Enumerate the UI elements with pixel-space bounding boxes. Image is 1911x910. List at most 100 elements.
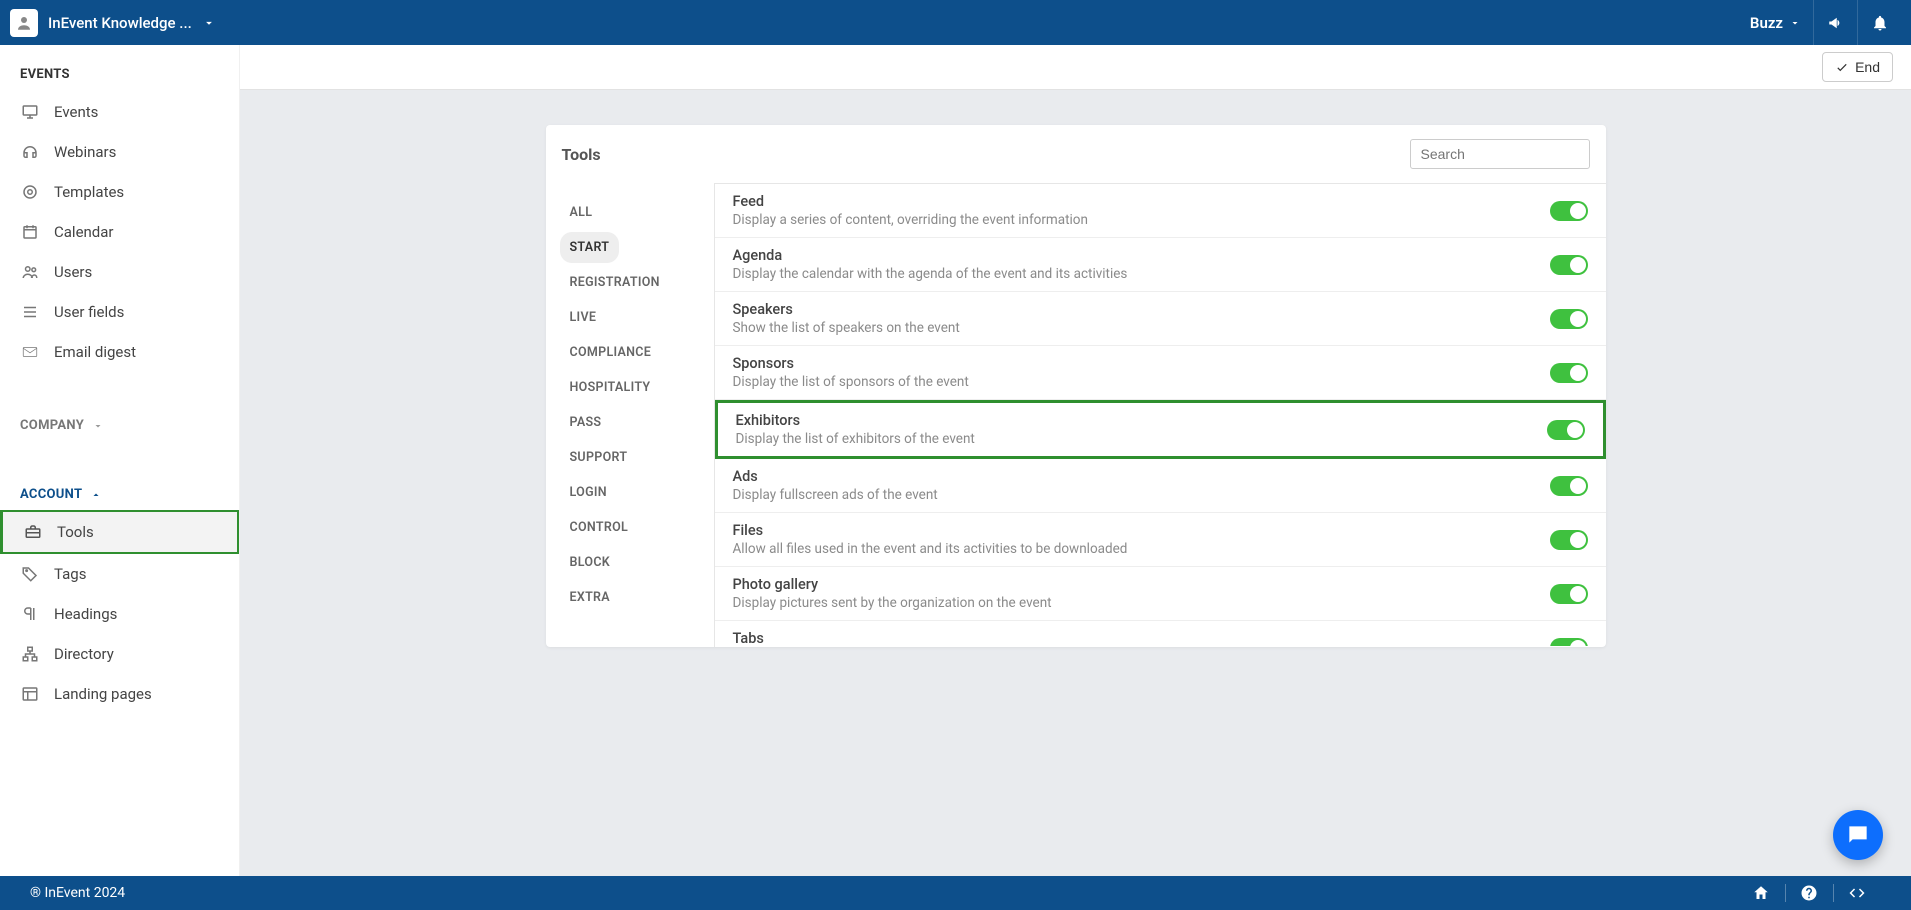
category-all[interactable]: ALL <box>560 197 603 228</box>
chevron-down-icon <box>202 16 216 30</box>
mail-icon <box>20 342 40 362</box>
tool-title: Photo gallery <box>733 576 1538 593</box>
app-title: InEvent Knowledge ... <box>48 14 192 32</box>
code-icon <box>1848 884 1866 902</box>
sidebar-item-directory[interactable]: Directory <box>0 634 239 674</box>
sidebar-item-label: Directory <box>54 645 114 663</box>
category-pass[interactable]: PASS <box>560 407 612 438</box>
category-control[interactable]: CONTROL <box>560 512 639 543</box>
category-login[interactable]: LOGIN <box>560 477 617 508</box>
sidebar-section-account[interactable]: ACCOUNT <box>0 471 239 510</box>
category-block[interactable]: BLOCK <box>560 547 621 578</box>
sidebar-item-templates[interactable]: Templates <box>0 172 239 212</box>
sidebar-section-events: EVENTS <box>0 45 239 92</box>
sidebar: EVENTS Events Webinars Templates Calenda… <box>0 45 240 876</box>
home-icon <box>1752 884 1770 902</box>
category-support[interactable]: SUPPORT <box>560 442 638 473</box>
sidebar-item-label: Calendar <box>54 223 114 241</box>
app-logo-icon <box>10 9 38 37</box>
sidebar-item-webinars[interactable]: Webinars <box>0 132 239 172</box>
tool-row-tabs: TabsDefine the order of the tabs, modify… <box>715 621 1606 646</box>
calendar-icon <box>20 222 40 242</box>
tool-toggle[interactable] <box>1547 420 1585 440</box>
sidebar-item-label: Email digest <box>54 343 136 361</box>
tool-row-feed: FeedDisplay a series of content, overrid… <box>715 184 1606 238</box>
notifications-button[interactable] <box>1857 0 1901 45</box>
paragraph-icon <box>20 604 40 624</box>
sidebar-item-landing-pages[interactable]: Landing pages <box>0 674 239 714</box>
tool-row-sponsors: Sponsors Display the list of sponsors of … <box>715 346 1606 400</box>
tool-toggle[interactable] <box>1550 530 1588 550</box>
sidebar-item-label: Tags <box>54 565 86 583</box>
check-icon <box>1835 60 1849 74</box>
search-input[interactable] <box>1410 139 1590 169</box>
announcements-button[interactable] <box>1813 0 1857 45</box>
brand-selector[interactable]: InEvent Knowledge ... <box>10 9 216 37</box>
tool-title: Files <box>733 522 1538 539</box>
panel-title: Tools <box>562 145 601 164</box>
category-registration[interactable]: REGISTRATION <box>560 267 670 298</box>
chevron-down-icon <box>92 420 104 432</box>
category-live[interactable]: LIVE <box>560 302 607 333</box>
tool-toggle[interactable] <box>1550 255 1588 275</box>
users-icon <box>20 262 40 282</box>
copyright: ® InEvent 2024 <box>30 885 125 901</box>
headset-icon <box>20 142 40 162</box>
tool-toggle[interactable] <box>1550 584 1588 604</box>
home-button[interactable] <box>1737 876 1785 910</box>
tool-row-speakers: Speakers Show the list of speakers on the… <box>715 292 1606 346</box>
tool-title: Speakers <box>733 301 1538 318</box>
bottombar: ® InEvent 2024 <box>0 876 1911 910</box>
tool-title: Sponsors <box>733 355 1538 372</box>
tool-description: Display pictures sent by the organizatio… <box>733 595 1538 611</box>
tool-toggle[interactable] <box>1550 201 1588 221</box>
megaphone-icon <box>1827 14 1845 32</box>
sub-header: End <box>240 45 1911 90</box>
sidebar-item-email-digest[interactable]: Email digest <box>0 332 239 372</box>
category-hospitality[interactable]: HOSPITALITY <box>560 372 661 403</box>
tool-toggle[interactable] <box>1550 638 1588 647</box>
tool-toggle[interactable] <box>1550 476 1588 496</box>
embed-button[interactable] <box>1833 876 1881 910</box>
sidebar-item-label: Headings <box>54 605 117 623</box>
monitor-icon <box>20 102 40 122</box>
tool-description: Show the list of speakers on the event <box>733 320 1538 336</box>
tool-description: Display the list of sponsors of the even… <box>733 374 1538 390</box>
sidebar-item-calendar[interactable]: Calendar <box>0 212 239 252</box>
tool-toggle[interactable] <box>1550 309 1588 329</box>
sidebar-section-label: COMPANY <box>20 418 84 433</box>
tool-row-exhibitors: Exhibitors Display the list of exhibitors… <box>715 400 1606 459</box>
sitemap-icon <box>20 644 40 664</box>
sidebar-item-events[interactable]: Events <box>0 92 239 132</box>
chat-fab[interactable] <box>1833 810 1883 860</box>
main: End Tools ALL START REGISTRATION LIVE COMPLI… <box>240 45 1911 876</box>
tag-icon <box>20 564 40 584</box>
sidebar-item-label: User fields <box>54 303 124 321</box>
end-button[interactable]: End <box>1822 52 1893 82</box>
help-button[interactable] <box>1785 876 1833 910</box>
category-extra[interactable]: EXTRA <box>560 582 620 613</box>
layout-icon <box>20 684 40 704</box>
tool-title: Exhibitors <box>736 412 1535 429</box>
sidebar-item-users[interactable]: Users <box>0 252 239 292</box>
question-icon <box>1800 884 1818 902</box>
user-label: Buzz <box>1750 14 1783 32</box>
chevron-down-icon <box>1789 17 1801 29</box>
toolbox-icon <box>23 522 43 542</box>
sidebar-section-company[interactable]: COMPANY <box>0 402 239 441</box>
category-start[interactable]: START <box>560 232 620 263</box>
tool-toggle[interactable] <box>1550 363 1588 383</box>
sidebar-item-tags[interactable]: Tags <box>0 554 239 594</box>
tool-description: Display the list of exhibitors of the ev… <box>736 431 1535 447</box>
user-menu[interactable]: Buzz <box>1738 0 1813 45</box>
sidebar-item-tools[interactable]: Tools <box>0 510 239 554</box>
tool-description: Allow all files used in the event and it… <box>733 541 1538 557</box>
tools-list[interactable]: FeedDisplay a series of content, overrid… <box>715 184 1606 646</box>
category-list: ALL START REGISTRATION LIVE COMPLIANCE HOSPIT… <box>546 183 714 647</box>
template-icon <box>20 182 40 202</box>
sidebar-item-user-fields[interactable]: User fields <box>0 292 239 332</box>
end-button-label: End <box>1855 59 1880 75</box>
tool-row-photo-gallery: Photo gallery Display pictures sent by th… <box>715 567 1606 621</box>
category-compliance[interactable]: COMPLIANCE <box>560 337 662 368</box>
sidebar-item-headings[interactable]: Headings <box>0 594 239 634</box>
